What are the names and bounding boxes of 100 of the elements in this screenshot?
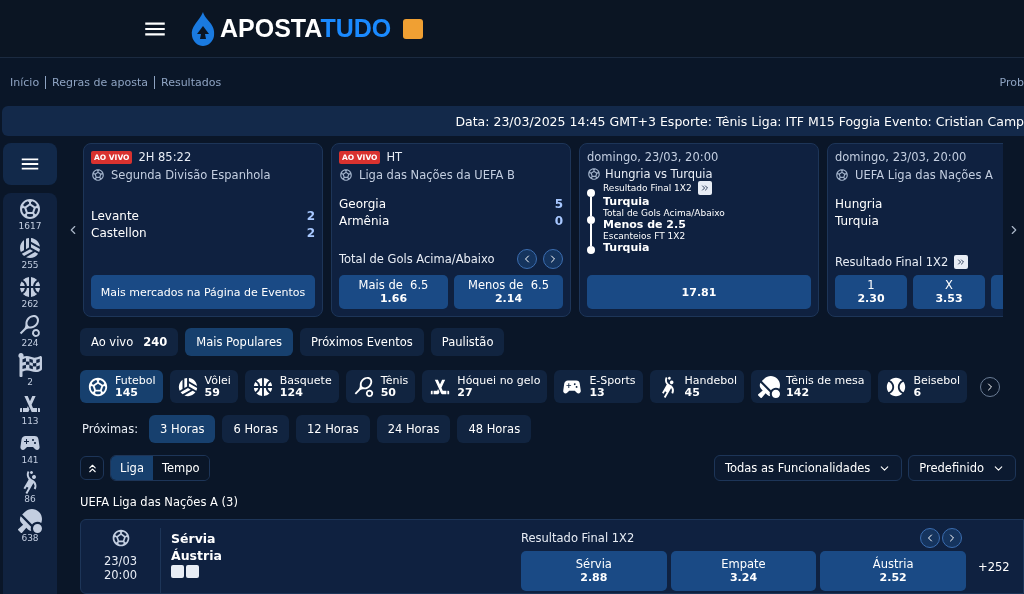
odds-button[interactable]: Empate 3.24: [670, 551, 817, 591]
sport-nav-item[interactable]: 1617: [18, 197, 42, 231]
team-score: 0: [554, 213, 563, 230]
soccer-icon: [91, 168, 105, 182]
time-filter-option[interactable]: 3 Horas: [149, 415, 216, 443]
time-filter-option[interactable]: 12 Horas: [295, 415, 370, 443]
dropdown[interactable]: Todas as Funcionalidades: [713, 455, 903, 481]
selection-pick: Turquia: [603, 241, 651, 254]
sport-nav-item[interactable]: 224: [18, 314, 42, 348]
header-link[interactable]: Prob: [999, 75, 1024, 89]
logo-text: APOSTATUDO: [220, 14, 392, 43]
sport-nav-item[interactable]: 2: [18, 353, 42, 387]
sport-filter-chip[interactable]: Hóquei no gelo 27: [422, 370, 548, 403]
league-name: Liga das Nações da UEFA B: [359, 168, 515, 182]
view-toggle-option[interactable]: Liga: [111, 456, 153, 480]
odds-button[interactable]: Menos de 6.5 2.14: [454, 275, 563, 309]
league-name: UEFA Liga das Nações A: [855, 168, 993, 182]
next-button[interactable]: [543, 249, 563, 269]
flag-icon: [18, 353, 42, 377]
market-name: Resultado Final 1X2: [603, 183, 692, 193]
sport-filter-chip[interactable]: Futebol 145: [80, 370, 163, 403]
volleyball-icon: [176, 375, 199, 398]
team-name: Hungria: [835, 196, 883, 213]
team-name: Castellon: [91, 225, 147, 242]
basketball-icon: [18, 275, 42, 299]
tennis-icon: [352, 375, 375, 398]
league-name: Segunda Divisão Espanhola: [111, 168, 271, 182]
dropdown[interactable]: Predefinido: [908, 455, 1016, 481]
team-score: 2: [306, 225, 315, 242]
soccer-icon: [835, 168, 849, 182]
breadcrumb-link[interactable]: Regras de aposta: [52, 75, 148, 89]
volleyball-icon: [18, 236, 42, 260]
basketball-icon: [251, 375, 274, 398]
tab[interactable]: Ao vivo 240: [80, 328, 179, 356]
team-name: Levante: [91, 208, 139, 225]
sport-filter-chip[interactable]: Tênis 50: [345, 370, 416, 403]
soccer-icon: [110, 528, 131, 548]
odds-button[interactable]: Mais de 6.5 1.66: [339, 275, 448, 309]
fast-forward-icon: [954, 255, 969, 269]
sport-filter-chip[interactable]: Basquete 124: [244, 370, 339, 403]
selection-pick: Turquia: [603, 195, 651, 208]
sport-nav-item[interactable]: 141: [18, 431, 42, 465]
collapse-button[interactable]: [80, 456, 104, 480]
market-name: Resultado Final 1X2: [521, 531, 635, 545]
previous-button[interactable]: [517, 249, 537, 269]
match-time: 2H 85:22: [138, 150, 192, 164]
odds-button[interactable]: 17.81: [587, 275, 811, 309]
match-time: HT: [386, 150, 403, 164]
market-name: Total de Gols Acima/Abaixo: [603, 208, 725, 218]
tennis-icon: [18, 314, 42, 338]
odds-button[interactable]: 1 2.30: [835, 275, 907, 309]
selection-pick: Menos de 2.5: [603, 218, 687, 231]
time-filter-option[interactable]: 24 Horas: [376, 415, 451, 443]
timeline-dot: [587, 189, 595, 197]
time-filter-option[interactable]: 48 Horas: [457, 415, 532, 443]
soccer-icon: [339, 168, 353, 182]
odds-button[interactable]: Sérvia 2.88: [521, 551, 667, 591]
sport-filter-chip[interactable]: Handebol 45: [649, 370, 745, 403]
sport-filter-chip[interactable]: Beisebol 6: [878, 370, 968, 403]
sport-filter-chip[interactable]: Vôlei 59: [169, 370, 238, 403]
more-markets-count[interactable]: +252: [978, 560, 1010, 593]
sport-nav-item[interactable]: 262: [18, 275, 42, 309]
next-button[interactable]: [942, 528, 962, 548]
team-name: Sérvia: [171, 531, 217, 546]
league-title: UEFA Liga das Nações A (3): [80, 495, 239, 509]
event-title: Hungria vs Turquia: [605, 167, 713, 181]
team-name: Áustria: [171, 548, 223, 563]
sport-filter-chip[interactable]: Tênis de mesa 142: [751, 370, 872, 403]
team-name: Turquia: [835, 213, 879, 230]
team-name: Armênia: [339, 213, 390, 230]
time-filter-option[interactable]: 6 Horas: [222, 415, 289, 443]
tab[interactable]: Paulistão: [430, 328, 505, 356]
sport-nav-item[interactable]: 255: [18, 236, 42, 270]
team-score: 2: [306, 208, 315, 225]
event-card[interactable]: domingo, 23/03, 20:00 UEFA Liga das Nações A Hungria Turquia Resultado Final 1X2 1 2.30 X 3.53: [827, 143, 1003, 317]
team-name: Georgia: [339, 196, 387, 213]
event-date: domingo, 23/03, 20:00: [587, 150, 720, 164]
timeline-dot: [587, 246, 595, 254]
soccer-icon: [18, 197, 42, 221]
breadcrumb-link[interactable]: Início: [10, 75, 40, 89]
sport-nav-item[interactable]: 113: [18, 392, 42, 426]
event-date: domingo, 23/03, 20:00: [835, 150, 968, 164]
market-name: Total de Gols Acima/Abaixo: [339, 252, 495, 266]
tab[interactable]: Mais Populares: [185, 328, 293, 356]
sport-filter-chip[interactable]: E-Sports 13: [554, 370, 643, 403]
sport-nav-item[interactable]: 638: [18, 509, 42, 543]
previous-button[interactable]: [920, 528, 940, 548]
menu-button[interactable]: [3, 143, 57, 185]
more-markets-button[interactable]: Mais mercados na Página de Eventos: [91, 275, 315, 309]
tabletennis-icon: [758, 375, 781, 398]
baseball-icon: [885, 375, 908, 398]
soccer-icon: [87, 375, 109, 398]
filter-label: Próximas:: [82, 422, 138, 436]
tab[interactable]: Próximos Eventos: [299, 328, 424, 356]
odds-button[interactable]: Áustria 2.52: [820, 551, 966, 591]
event-card[interactable]: domingo, 23/03, 20:00 Hungria vs Turquia Resultado Final 1X2 Turquia Total de Gols Acima/Abaixo Menos de 2.5 Escanteios FT 1X2 Turquia 17.81: [579, 143, 819, 317]
odds-button[interactable]: X 3.53: [913, 275, 985, 309]
breadcrumb-link[interactable]: Resultados: [161, 75, 222, 89]
sport-nav-item[interactable]: 86: [18, 470, 42, 504]
event-row[interactable]: 23/03 20:00 Sérvia Áustria Resultado Final 1X2 Sérvia 2.88 Empate 3.24 Áustria 2.52 +252: [80, 519, 1024, 594]
